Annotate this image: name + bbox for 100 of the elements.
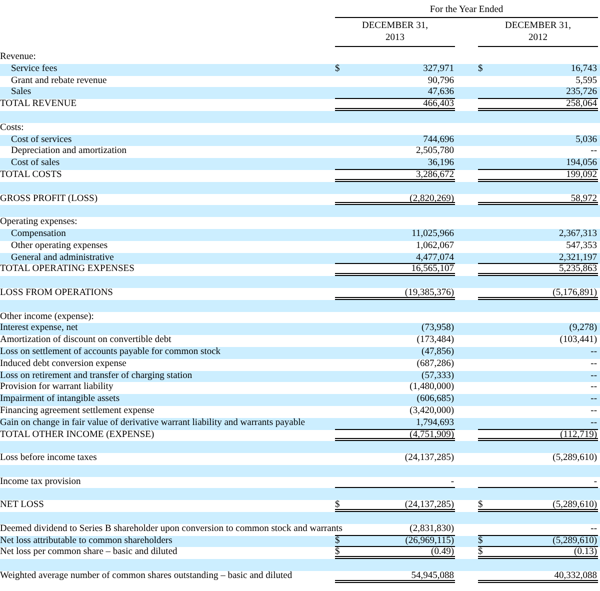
amount-value: 2,367,313 — [559, 228, 597, 241]
amount-value: 235,726 — [566, 87, 597, 98]
row-label: TOTAL OTHER INCOME (EXPENSE) — [0, 430, 154, 440]
amount-value: 1,062,067 — [416, 240, 454, 253]
period-heading: For the Year Ended — [335, 4, 598, 18]
amount-value: 327,971 — [423, 64, 454, 76]
row-label: Loss before income taxes — [0, 453, 97, 464]
row-label: Income tax provision — [0, 476, 81, 487]
amount-value: 2,321,197 — [559, 252, 597, 264]
amount-value: 16,565,107 — [411, 264, 454, 274]
column-heading: DECEMBER 31, 2013 — [335, 18, 455, 47]
amount-value: (112,719) — [560, 430, 597, 438]
row-label: Service fees — [11, 64, 58, 74]
amount-value: (0.13) — [574, 547, 597, 556]
currency-sign: $ — [478, 64, 483, 76]
row-label: Gain on change in fair value of derivative warrant liability and warrants payable — [0, 418, 305, 428]
currency-sign: $ — [335, 500, 340, 510]
amount-value: (5,289,610) — [552, 500, 597, 510]
row-label: Financing agreement settlement expense — [0, 406, 154, 416]
amount-value: (57,333) — [422, 370, 454, 382]
row-label: Loss on retirement and transfer of charging station — [0, 370, 192, 381]
amount-value: - — [450, 476, 454, 488]
amount-value: -- — [590, 358, 597, 371]
row-label: NET LOSS — [0, 500, 44, 510]
amount-value: (24,137,285) — [404, 500, 454, 510]
row-label: LOSS FROM OPERATIONS — [0, 288, 113, 298]
row-label: Impairment of intangible assets — [0, 394, 120, 404]
amount-value: 199,092 — [566, 170, 597, 179]
amount-value: (1,480,000) — [410, 382, 454, 394]
row-label: Induced debt conversion expense — [0, 358, 126, 369]
row-label: Cost of services — [11, 134, 72, 145]
row-label: Other operating expenses — [11, 240, 108, 251]
row-label: Net loss per common share – basic and diluted — [0, 547, 178, 558]
amount-value: 5,235,863 — [559, 264, 597, 274]
row-label: Cost of sales — [11, 158, 60, 168]
amount-value: 5,595 — [576, 76, 597, 88]
amount-value: 744,696 — [423, 134, 454, 146]
amount-value: (47,856) — [422, 346, 454, 359]
amount-value: -- — [590, 406, 597, 418]
row-label: Amortization of discount on convertible debt — [0, 335, 172, 346]
amount-value: (606,685) — [416, 394, 454, 406]
amount-value: 1,794,693 — [416, 418, 454, 428]
amount-value: (26,969,115) — [405, 536, 454, 546]
row-label: General and administrative — [11, 252, 114, 263]
amount-value: -- — [590, 346, 597, 359]
currency-sign: $ — [478, 547, 483, 556]
row-label: Interest expense, net — [0, 323, 78, 334]
amount-value: 258,064 — [566, 99, 597, 108]
amount-value: (103,441) — [560, 335, 597, 347]
amount-value: -- — [590, 418, 597, 428]
amount-value: (3,420,000) — [410, 406, 454, 418]
row-label: Compensation — [11, 228, 66, 239]
amount-value: (24,137,285) — [404, 453, 454, 465]
row-label: Sales — [11, 87, 32, 98]
amount-value: 547,353 — [566, 240, 597, 253]
amount-value: (2,831,830) — [410, 524, 454, 535]
row-label: TOTAL COSTS — [0, 170, 62, 180]
amount-value: (73,958) — [422, 323, 454, 336]
amount-value: 36,196 — [428, 158, 454, 169]
amount-value: -- — [590, 370, 597, 382]
amount-value: - — [594, 476, 597, 488]
currency-sign: $ — [335, 536, 340, 546]
row-label: Grant and rebate revenue — [11, 76, 107, 86]
row-label: Other income (expense): — [0, 312, 94, 322]
amount-value: (2,820,269) — [410, 194, 454, 202]
amount-value: (5,289,610) — [552, 536, 597, 546]
amount-value: -- — [590, 394, 597, 406]
row-label: Provision for warrant liability — [0, 382, 114, 392]
amount-value: -- — [590, 524, 597, 535]
row-label: GROSS PROFIT (LOSS) — [0, 194, 98, 204]
column-heading: DECEMBER 31, 2012 — [478, 18, 598, 47]
amount-value: -- — [590, 146, 597, 158]
row-label: Loss on settlement of accounts payable for common stock — [0, 346, 221, 357]
row-label: Net loss attributable to common shareholders — [0, 536, 172, 546]
amount-value: 40,332,088 — [554, 571, 597, 580]
amount-value: (687,286) — [416, 358, 454, 371]
amount-value: 466,403 — [423, 99, 454, 108]
row-label: Depreciation and amortization — [11, 146, 127, 156]
row-label: Weighted average number of common shares outstanding – basic and diluted — [0, 571, 292, 582]
amount-value: 5,036 — [576, 134, 597, 146]
amount-value: (9,278) — [569, 323, 597, 336]
amount-value: 16,743 — [570, 64, 597, 76]
row-label: Operating expenses: — [0, 217, 78, 228]
currency-sign: $ — [478, 536, 483, 546]
currency-sign: $ — [478, 500, 483, 510]
amount-value: 3,286,672 — [416, 170, 454, 179]
amount-value: 4,477,074 — [416, 252, 454, 264]
amount-value: (4,751,909) — [410, 430, 454, 438]
amount-value: (5,289,610) — [552, 453, 597, 465]
amount-value: 2,505,780 — [416, 146, 454, 158]
amount-value: 58,972 — [570, 194, 597, 202]
amount-value: 47,636 — [428, 87, 454, 98]
amount-value: 194,056 — [566, 158, 597, 169]
amount-value: (173,484) — [416, 335, 454, 347]
currency-sign: $ — [335, 547, 340, 556]
amount-value: -- — [590, 382, 597, 394]
amount-value: 54,945,088 — [411, 571, 454, 580]
amount-value: (0.49) — [431, 547, 454, 556]
amount-value: (19,385,376) — [404, 288, 454, 297]
row-label: Costs: — [0, 122, 24, 133]
